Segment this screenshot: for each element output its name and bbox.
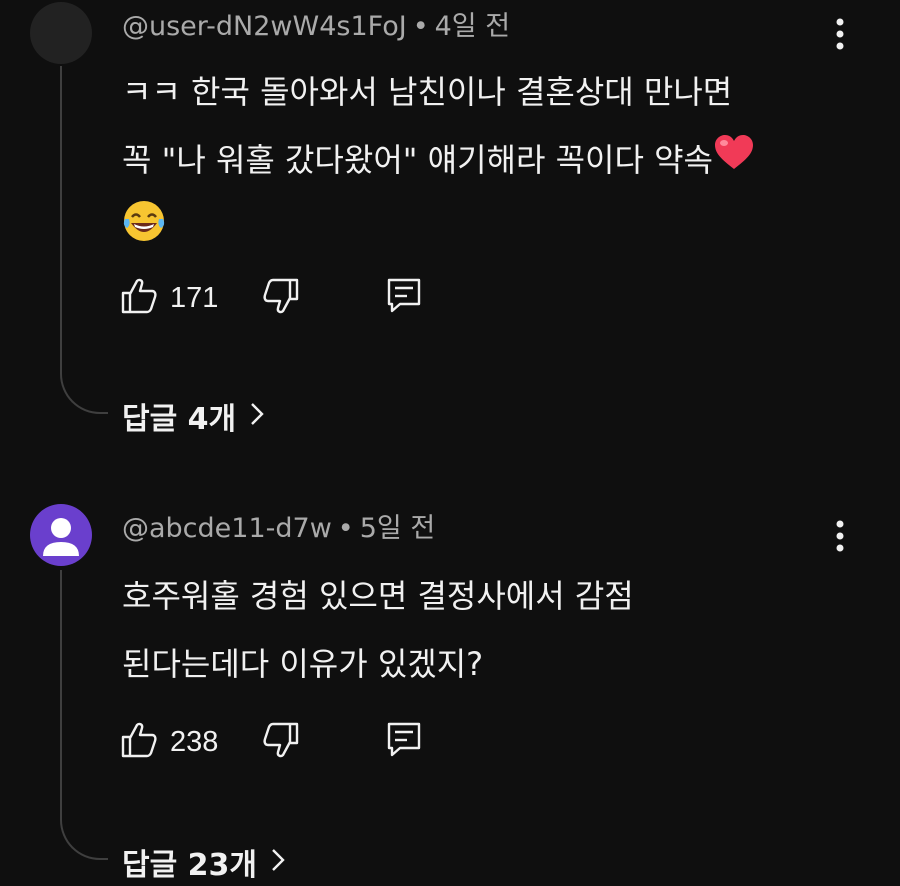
comment-author[interactable]: @user-dN2wW4s1FoJ <box>122 11 407 42</box>
reply-button[interactable] <box>386 278 422 318</box>
more-vertical-icon[interactable] <box>826 516 854 556</box>
comment: @user-dN2wW4s1FoJ • 4일 전 ㅋㅋ 한국 돌아와서 남친이나 결… <box>0 0 900 440</box>
comment-line: 호주워홀 경험 있으면 결정사에서 감점 <box>122 577 634 615</box>
comment-emoji-line <box>122 196 822 266</box>
default-user-icon <box>43 518 79 556</box>
tears-of-joy-emoji <box>122 198 166 266</box>
comment-meta: @user-dN2wW4s1FoJ • 4일 전 <box>122 10 510 44</box>
chevron-right-icon <box>271 845 285 880</box>
comment: @abcde11-d7w • 5일 전 호주워홀 경험 있으면 결정사에서 감점 된… <box>0 500 900 886</box>
dislike-button[interactable] <box>262 278 300 318</box>
view-replies-button[interactable]: 답글 4개 <box>122 394 264 438</box>
like-count: 238 <box>170 725 219 758</box>
thumbs-up-icon <box>120 721 158 763</box>
comment-time: 4일 전 <box>434 11 511 42</box>
replies-label: 답글 23개 <box>122 848 257 883</box>
comment-actions: 171 <box>120 278 440 318</box>
comment-time: 5일 전 <box>359 513 436 544</box>
thumbs-down-icon <box>262 277 300 319</box>
comment-line-with-emoji: 꼭 "나 워홀 갔다왔어" 얘기해라 꼭이다 약속 <box>122 126 822 196</box>
comment-text: ㅋㅋ 한국 돌아와서 남친이나 결혼상대 만나면 꼭 "나 워홀 갔다왔어" 얘… <box>122 58 822 266</box>
meta-separator: • <box>412 11 429 42</box>
reply-button[interactable] <box>386 722 422 762</box>
comment-line: 된다는데다 이유가 있겠지? <box>122 645 484 683</box>
comment-line: ㅋㅋ 한국 돌아와서 남친이나 결혼상대 만나면 <box>122 73 733 111</box>
reply-comment-icon <box>386 277 422 319</box>
dislike-button[interactable] <box>262 722 300 762</box>
meta-separator: • <box>337 513 354 544</box>
thread-connector <box>60 66 108 414</box>
comment-meta: @abcde11-d7w • 5일 전 <box>122 512 435 546</box>
like-count: 171 <box>170 281 219 314</box>
like-button[interactable]: 171 <box>120 278 218 318</box>
heart-emoji <box>713 128 755 196</box>
chevron-right-icon <box>250 399 264 434</box>
comment-text: 호주워홀 경험 있으면 결정사에서 감점 된다는데다 이유가 있겠지? <box>122 562 822 698</box>
thumbs-up-icon <box>120 277 158 319</box>
view-replies-button[interactable]: 답글 23개 <box>122 840 285 884</box>
comment-author[interactable]: @abcde11-d7w <box>122 513 332 544</box>
replies-label: 답글 4개 <box>122 402 237 437</box>
avatar[interactable] <box>30 504 92 566</box>
comment-line: 꼭 "나 워홀 갔다왔어" 얘기해라 꼭이다 약속 <box>122 141 713 179</box>
avatar[interactable] <box>30 2 92 64</box>
thumbs-down-icon <box>262 721 300 763</box>
reply-comment-icon <box>386 721 422 763</box>
thread-connector <box>60 570 108 860</box>
like-button[interactable]: 238 <box>120 722 218 762</box>
comment-actions: 238 <box>120 722 440 762</box>
more-vertical-icon[interactable] <box>826 14 854 54</box>
